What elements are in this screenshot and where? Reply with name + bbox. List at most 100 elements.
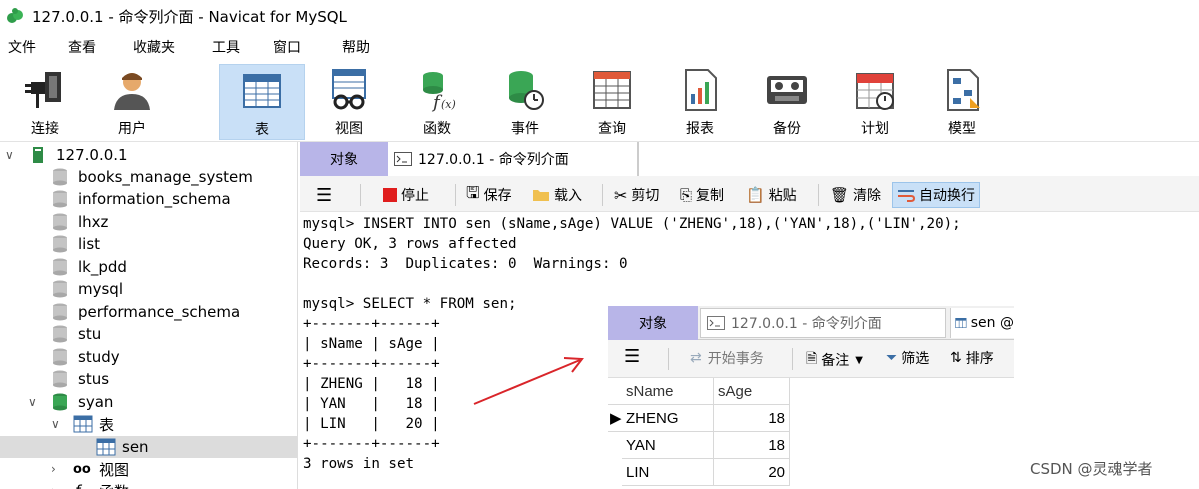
tree-connection[interactable]: ∨ 127.0.0.1 [0, 144, 297, 166]
word-wrap-label: 自动换行 [919, 188, 975, 204]
load-button[interactable]: 载入 [532, 182, 582, 208]
report-button[interactable]: 报表 [657, 64, 743, 140]
tree-db-item[interactable]: books_manage_system [0, 166, 297, 188]
column-header[interactable]: sAge [714, 378, 790, 405]
database-icon [53, 258, 67, 276]
event-button[interactable]: 事件 [482, 64, 568, 140]
chevron-right-icon[interactable]: › [51, 484, 56, 489]
console-line: | YAN | 18 | [303, 396, 440, 412]
tree-db-item[interactable]: mysql [0, 278, 297, 300]
grid-cell[interactable]: ZHENG [622, 405, 714, 432]
tree-db-label: performance_schema [78, 303, 241, 321]
tree-views-node[interactable]: › oo 视图 [0, 458, 297, 480]
tab-console[interactable]: 127.0.0.1 - 命令列介面 [388, 142, 638, 176]
query-button[interactable]: 查询 [569, 64, 655, 140]
schedule-icon [856, 73, 894, 110]
function-icon: f (x) [423, 72, 456, 112]
grid-cell[interactable]: 20 [714, 459, 790, 486]
hamburger-menu-icon[interactable]: ☰ [624, 346, 640, 367]
menu-file[interactable]: 文件 [8, 37, 36, 57]
connect-button[interactable]: 连接 [2, 64, 88, 140]
database-icon [53, 325, 67, 343]
grid-cell[interactable]: 18 [714, 432, 790, 459]
menu-favorites[interactable]: 收藏夹 [133, 37, 175, 57]
view-button[interactable]: 视图 [306, 64, 392, 140]
filter-label: 筛选 [901, 351, 930, 367]
column-header[interactable]: sName [622, 378, 714, 405]
function-button[interactable]: f (x) 函数 [394, 64, 480, 140]
console-line: mysql> INSERT INTO sen (sName,sAge) VALU… [303, 216, 961, 232]
word-wrap-button[interactable]: 自动换行 [892, 182, 980, 208]
tree-db-item[interactable]: information_schema [0, 188, 297, 210]
tree-views-label: 视图 [99, 460, 130, 479]
grid-corner [608, 378, 622, 405]
paste-label: 粘贴 [768, 188, 797, 204]
model-button[interactable]: 模型 [919, 64, 1005, 140]
cut-button[interactable]: ✂ 剪切 [614, 182, 659, 208]
tree-db-item[interactable]: lk_pdd [0, 256, 297, 278]
tree-db-item[interactable]: lhxz [0, 211, 297, 233]
grid-cell[interactable]: LIN [622, 459, 714, 486]
hamburger-menu-icon[interactable]: ☰ [316, 182, 332, 208]
table-icon [955, 317, 967, 329]
chevron-down-icon[interactable]: ∨ [28, 395, 37, 409]
backup-button[interactable]: 备份 [744, 64, 830, 140]
save-button[interactable]: 🖫 保存 [466, 182, 512, 208]
menu-tools[interactable]: 工具 [212, 37, 240, 57]
menu-help[interactable]: 帮助 [342, 37, 370, 57]
clear-button[interactable]: 🗑 清除 [830, 182, 881, 208]
word-wrap-icon [898, 190, 915, 202]
tree-db-item[interactable]: performance_schema [0, 301, 297, 323]
chevron-down-icon[interactable]: ∨ [51, 417, 60, 431]
inset-tab-sen[interactable]: sen @ [950, 308, 1014, 338]
filter-button[interactable]: ⏷ 筛选 [886, 348, 929, 368]
chevron-down-icon[interactable]: ∨ [5, 148, 14, 162]
caret-down-icon[interactable]: ▼ [855, 355, 863, 366]
memo-button[interactable]: 🗎 备注 ▼ [806, 348, 863, 372]
tree-db-item[interactable]: stus [0, 368, 297, 390]
tree-db-syan[interactable]: ∨ syan [0, 391, 297, 413]
tree-db-item[interactable]: study [0, 346, 297, 368]
tree-functions-label: 函数 [99, 481, 129, 489]
chevron-right-icon[interactable]: › [51, 462, 56, 476]
user-button[interactable]: 用户 [89, 64, 175, 140]
tree-db-item[interactable]: list [0, 233, 297, 255]
save-icon: 🖫 [466, 182, 480, 202]
menu-window[interactable]: 窗口 [273, 37, 301, 57]
table-button[interactable]: 表 [219, 64, 305, 140]
console-line: +-------+------+ [303, 356, 440, 372]
tree-db-item[interactable]: stu [0, 323, 297, 345]
tree-functions-node[interactable]: › f 函数 [0, 480, 297, 489]
table-icon [73, 415, 93, 433]
begin-transaction-button[interactable]: ⇄ 开始事务 [690, 348, 764, 368]
tree-db-label: syan [78, 393, 114, 411]
scissors-icon: ✂ [614, 185, 628, 205]
backup-icon [767, 76, 807, 104]
view-icon [332, 69, 366, 110]
svg-text:(x): (x) [441, 98, 456, 111]
console-toolbar: ☰ 停止 🖫 保存 载入 ✂ 剪切 ⎘ 复制 📋 粘贴 🗑 清除 自动换行 [300, 176, 1199, 212]
tree-db-label: lk_pdd [78, 258, 127, 276]
stop-button[interactable]: 停止 [383, 182, 429, 208]
grid-cell[interactable]: YAN [622, 432, 714, 459]
schedule-button[interactable]: 计划 [832, 64, 918, 140]
inset-tab-console[interactable]: 127.0.0.1 - 命令列介面 [700, 308, 946, 338]
tree-table-sen[interactable]: sen [0, 436, 297, 458]
copy-button[interactable]: ⎘ 复制 [680, 182, 724, 208]
row-pointer-icon: ▶ [608, 405, 622, 432]
paste-button[interactable]: 📋 粘贴 [746, 182, 797, 208]
tree-tables-label: 表 [99, 415, 115, 434]
menu-bar: 文件 查看 收藏夹 工具 窗口 帮助 [0, 32, 1199, 60]
menu-view[interactable]: 查看 [68, 37, 96, 57]
console-line: +-------+------+ [303, 436, 440, 452]
inset-tab-objects[interactable]: 对象 [608, 306, 698, 340]
save-label: 保存 [483, 188, 512, 204]
tree-table-label: sen [122, 438, 149, 456]
toolbar-divider [792, 348, 793, 370]
tab-objects[interactable]: 对象 [300, 142, 388, 176]
tree-tables-node[interactable]: ∨ 表 [0, 413, 297, 435]
stop-label: 停止 [401, 188, 429, 204]
event-label: 事件 [511, 121, 539, 137]
grid-cell[interactable]: 18 [714, 405, 790, 432]
sort-button[interactable]: ⇅ 排序 [950, 348, 994, 368]
